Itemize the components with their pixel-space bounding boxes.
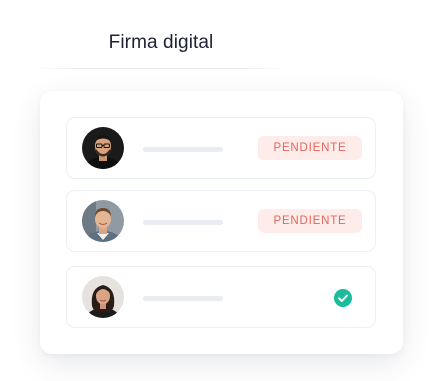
page-title: Firma digital: [108, 32, 214, 53]
signer-name-placeholder: [143, 147, 223, 152]
person-avatar-icon: [82, 200, 124, 242]
title-divider: [36, 68, 286, 69]
check-circle-icon: [334, 289, 352, 307]
status-badge: PENDIENTE: [258, 136, 362, 160]
person-avatar-icon: [82, 276, 124, 318]
signer-row[interactable]: [66, 266, 376, 328]
person-avatar-glasses-icon: [82, 127, 124, 169]
signer-name-placeholder: [143, 220, 223, 225]
status-badge: PENDIENTE: [258, 209, 362, 233]
signer-name-placeholder: [143, 296, 223, 301]
signer-row[interactable]: PENDIENTE: [66, 117, 376, 179]
signer-row[interactable]: PENDIENTE: [66, 190, 376, 252]
